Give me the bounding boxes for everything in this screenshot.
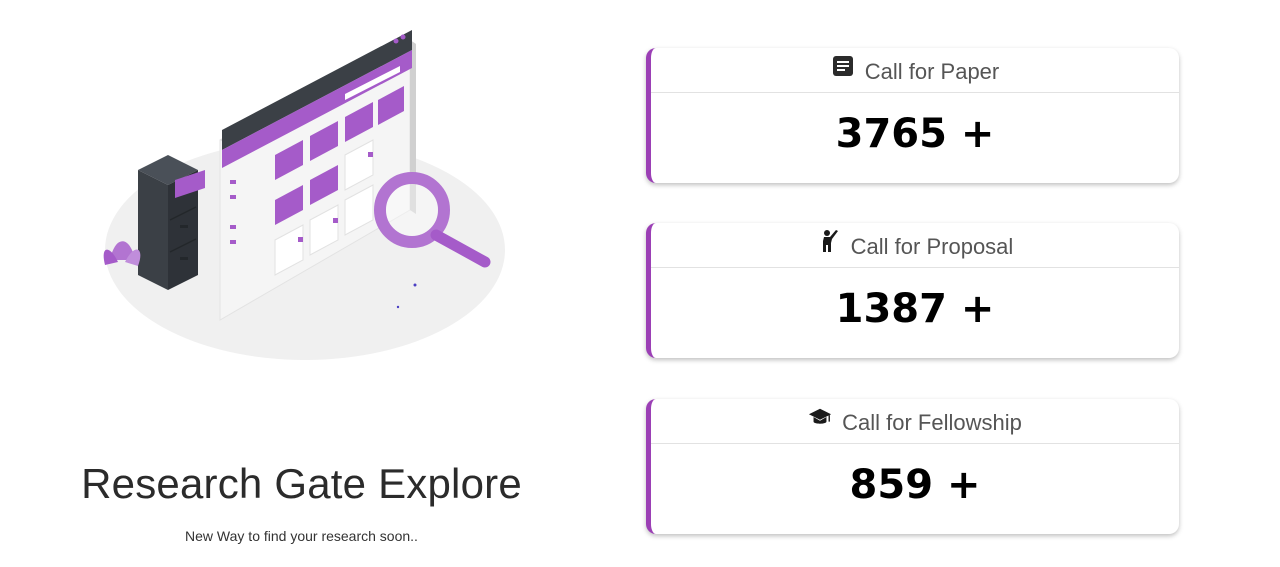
card-label: Call for Paper — [864, 59, 1000, 84]
graduation-cap-icon — [808, 405, 832, 429]
card-count: 1387 + — [835, 286, 995, 332]
person-raising-hand-icon — [817, 229, 841, 253]
card-label: Call for Proposal — [850, 234, 1014, 259]
hero-subtitle: New Way to find your research soon.. — [185, 528, 418, 544]
page: Research Gate Explore New Way to find yo… — [0, 0, 1280, 567]
research-illustration — [103, 30, 505, 360]
hero-section: Research Gate Explore New Way to find yo… — [0, 0, 620, 567]
card-label: Call for Fellowship — [842, 410, 1022, 435]
card-header: Call for Proposal — [651, 223, 1179, 268]
card-header: Call for Paper — [651, 48, 1179, 93]
card-count: 3765 + — [835, 111, 995, 157]
call-for-fellowship-card[interactable]: Call for Fellowship 859 + — [646, 399, 1179, 534]
call-for-proposal-card[interactable]: Call for Proposal 1387 + — [646, 223, 1179, 358]
call-for-paper-card[interactable]: Call for Paper 3765 + — [646, 48, 1179, 183]
hero-title: Research Gate Explore — [81, 460, 522, 507]
card-header: Call for Fellowship — [651, 399, 1179, 444]
card-count: 859 + — [849, 462, 981, 508]
document-icon — [831, 54, 855, 78]
